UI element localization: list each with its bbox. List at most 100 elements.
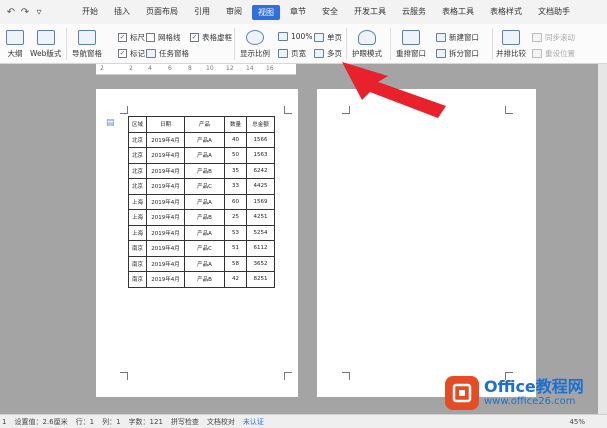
side-by-side-icon — [502, 30, 520, 45]
sync-scroll-button[interactable]: 同步滚动 — [532, 32, 575, 43]
reset-position-icon — [532, 49, 542, 58]
table-gridlines-checkbox[interactable]: ✓ 表格虚框 — [190, 32, 232, 43]
table-row[interactable]: 上海 2019年4月 产品B 25 4251 — [128, 209, 275, 226]
margin-corner — [284, 372, 292, 380]
rearrange-window-button[interactable]: 重排窗口 — [396, 30, 426, 59]
new-window-icon — [436, 33, 446, 42]
divider — [66, 28, 67, 60]
data-table: 区域 日期 产品 数量 总金额 北京 2019年4月 产品A 40 1566 北京 201… — [128, 116, 275, 288]
watermark-title: Office教程网 — [484, 377, 584, 396]
nav-pane-button[interactable]: 导航窗格 — [72, 30, 102, 59]
task-pane-icon — [146, 49, 156, 58]
watermark-url: www.office26.com — [484, 396, 576, 407]
sync-scroll-icon — [532, 33, 542, 42]
empty-checkbox-icon — [146, 33, 155, 42]
tab-review[interactable]: 审阅 — [218, 0, 250, 24]
watermark: Office教程网 www.office26.com — [445, 374, 605, 412]
column-header: 总金额 — [246, 116, 275, 133]
nav-pane-icon — [78, 30, 96, 45]
table-row[interactable]: 南京 2019年4月 产品B 42 8251 — [128, 271, 275, 288]
ribbon: 大纲 Web版式 导航窗格 ✓ 标尺 网格线 ✓ 表格虚框 ✓ 标记 任务窗格 显示比… — [0, 24, 607, 64]
task-pane-button[interactable]: 任务窗格 — [146, 48, 189, 59]
uncertified-badge[interactable]: 未认证 — [243, 417, 264, 427]
tab-table-tools[interactable]: 表格工具 — [434, 0, 482, 24]
reset-position-button[interactable]: 重设位置 — [532, 48, 575, 59]
margin-corner — [342, 372, 350, 380]
table-row[interactable]: 北京 2019年4月 产品A 50 1563 — [128, 147, 275, 164]
undo-icon[interactable]: ↶ — [4, 5, 18, 19]
row-indicator: 行：1 — [75, 417, 95, 426]
setting-value[interactable]: 设置值：2.6厘米 — [14, 417, 67, 427]
tab-insert[interactable]: 插入 — [106, 0, 138, 24]
menu-bar: ↶ ↷ ▿ 开始 插入 页面布局 引用 审阅 视图 章节 安全 开发工具 云服务… — [0, 0, 607, 24]
doc-proof-button[interactable]: 文档校对 — [207, 417, 235, 427]
divider — [234, 28, 235, 60]
single-page-icon — [314, 33, 324, 42]
single-page-button[interactable]: 单页 — [314, 32, 342, 43]
margin-corner — [120, 372, 128, 380]
magnifier-icon — [246, 30, 264, 45]
outline-button[interactable]: 大纲 — [6, 30, 24, 59]
spell-check-button[interactable]: 拼写检查 — [171, 417, 199, 427]
margin-corner — [120, 106, 128, 114]
tab-doc-assistant[interactable]: 文档助手 — [530, 0, 578, 24]
zoom-100-icon — [278, 32, 288, 41]
office-logo-icon — [445, 376, 479, 410]
margin-corner — [284, 106, 292, 114]
redo-icon[interactable]: ↷ — [18, 5, 32, 19]
table-row[interactable]: 上海 2019年4月 产品A 60 1569 — [128, 193, 275, 210]
table-row[interactable]: 北京 2019年4月 产品C 33 4425 — [128, 178, 275, 195]
zoom-level[interactable]: 45% — [569, 418, 585, 426]
table-row[interactable]: 北京 2019年4月 产品A 40 1566 — [128, 131, 275, 148]
tab-cloud[interactable]: 云服务 — [394, 0, 434, 24]
multi-page-icon — [314, 49, 324, 58]
tab-table-style[interactable]: 表格样式 — [482, 0, 530, 24]
divider — [492, 28, 493, 60]
show-scale-button[interactable]: 显示比例 — [240, 30, 270, 59]
word-count[interactable]: 字数：121 — [129, 417, 163, 427]
checkmark-icon: ✓ — [118, 33, 127, 42]
tab-view[interactable]: 视图 — [252, 4, 280, 20]
tab-references[interactable]: 引用 — [186, 0, 218, 24]
column-header: 数量 — [224, 116, 247, 133]
margin-corner — [505, 106, 513, 114]
page-width-icon — [278, 49, 288, 58]
tab-security[interactable]: 安全 — [314, 0, 346, 24]
divider — [346, 28, 347, 60]
column-header: 区域 — [128, 116, 147, 133]
new-window-button[interactable]: 新建窗口 — [436, 32, 479, 43]
ruler-checkbox[interactable]: ✓ 标尺 — [118, 32, 145, 43]
table-row[interactable]: 南京 2019年4月 产品A 58 3652 — [128, 255, 275, 272]
split-window-button[interactable]: 拆分窗口 — [436, 48, 479, 59]
page-width-button[interactable]: 页宽 — [278, 48, 306, 59]
table-row[interactable]: 南京 2019年4月 产品C 51 6112 — [128, 240, 275, 257]
horizontal-ruler[interactable]: 2 2 4 6 8 10 12 14 16 — [96, 64, 296, 75]
eye-mode-button[interactable]: 护眼模式 — [352, 30, 382, 59]
document-page-2[interactable] — [317, 89, 536, 397]
markup-checkbox[interactable]: ✓ 标记 — [118, 48, 145, 59]
table-row[interactable]: 北京 2019年4月 产品B 35 6242 — [128, 162, 275, 179]
web-layout-icon — [36, 30, 55, 45]
tab-developer[interactable]: 开发工具 — [346, 0, 394, 24]
checkmark-icon: ✓ — [190, 33, 199, 42]
tab-page-layout[interactable]: 页面布局 — [138, 0, 186, 24]
column-header: 日期 — [146, 116, 185, 133]
gridlines-checkbox[interactable]: 网格线 — [146, 32, 181, 43]
zoom-100-button[interactable]: 100% — [278, 32, 312, 41]
vertical-scrollbar[interactable] — [598, 64, 607, 414]
rearrange-window-icon — [402, 30, 420, 45]
table-row[interactable]: 上海 2019年4月 产品A 53 5254 — [128, 224, 275, 241]
status-bar: 1 设置值：2.6厘米 行：1 列：1 字数：121 拼写检查 文档校对 未认证… — [0, 414, 607, 428]
tab-chapter[interactable]: 章节 — [282, 0, 314, 24]
multi-page-button[interactable]: 多页 — [314, 48, 342, 59]
tab-home[interactable]: 开始 — [74, 0, 106, 24]
eye-icon — [358, 30, 376, 45]
web-layout-button[interactable]: Web版式 — [30, 30, 61, 59]
side-by-side-button[interactable]: 并排比较 — [496, 30, 526, 59]
dropdown-icon[interactable]: ▿ — [32, 5, 46, 19]
checkmark-icon: ✓ — [118, 49, 127, 58]
column-header: 产品 — [184, 116, 225, 133]
divider — [390, 28, 391, 60]
document-icon[interactable]: ▤ — [106, 118, 115, 128]
table-header-row: 区域 日期 产品 数量 总金额 — [128, 116, 275, 133]
